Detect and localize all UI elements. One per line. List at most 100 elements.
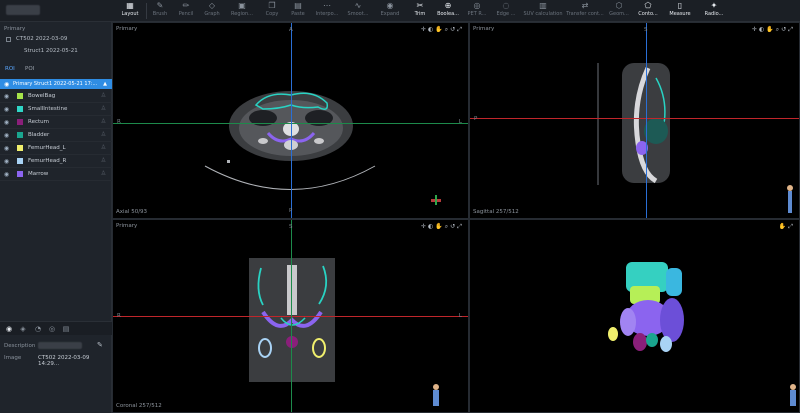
roi-color-swatch[interactable] (17, 171, 23, 177)
person-icon[interactable]: ♙ (101, 170, 106, 177)
toolbar-item-region[interactable]: ▣ Region... (225, 0, 259, 22)
person-icon[interactable]: ♙ (101, 105, 106, 112)
roi-item[interactable]: ◉ BowelBag ♙ (0, 90, 112, 103)
eye-icon[interactable]: ◉ (4, 81, 9, 88)
person-icon[interactable]: ♙ (101, 157, 106, 164)
tree-item-struct[interactable]: Struct1 2022-05-21 (0, 47, 112, 57)
delete-icon[interactable]: ▤ (61, 324, 71, 334)
roi-item[interactable]: ◉ FemurHead_L ♙ (0, 142, 112, 155)
roi-item[interactable]: ◉ Rectum ♙ (0, 116, 112, 129)
toolbar-item-smooth[interactable]: ∿ Smoot... (343, 0, 373, 22)
eye-icon[interactable]: ◉ (3, 132, 10, 139)
roi-item[interactable]: ◉ Bladder ♙ (0, 129, 112, 142)
crosshair-icon[interactable]: ✛ (421, 26, 428, 33)
roi-color-swatch[interactable] (17, 145, 23, 151)
fill-icon[interactable]: ◈ (18, 324, 28, 334)
toolbar-item-radiomics[interactable]: ✦ Radio... (697, 0, 731, 22)
viewport-name: Primary (116, 223, 138, 229)
toolbar: ▦ Layout ✎ Brush ✏ Pencil ◇ Graph ▣ Region... ❐ Cop… (0, 0, 800, 22)
pan-icon[interactable]: ✋ (435, 223, 444, 230)
layout-icon: ▦ (126, 1, 134, 10)
suv-icon: ▥ (539, 1, 547, 10)
pan-icon[interactable]: ✋ (766, 26, 775, 33)
person-icon[interactable]: ♙ (101, 144, 106, 151)
app-title (6, 5, 40, 15)
roi-color-swatch[interactable] (17, 132, 23, 138)
tree-item-ct[interactable]: CT502 2022-03-09 (0, 35, 112, 45)
toolbar-item-trim[interactable]: ✂ Trim (407, 0, 433, 22)
crosshair-vertical[interactable] (646, 23, 647, 218)
description-label: Description (4, 343, 36, 349)
toolbar-item-measure[interactable]: ▯ Measure (663, 0, 697, 22)
graph-icon: ◇ (208, 1, 216, 10)
viewport-axial[interactable]: Primary ✛◐✋⌕↺⤢ A P R L Axial 50/93 (112, 22, 469, 219)
image-label: Image (4, 355, 22, 361)
toolbar-item-label: SUV calculation (523, 11, 563, 17)
toolbar-item-copy[interactable]: ❐ Copy (259, 0, 285, 22)
crosshair-icon[interactable]: ✛ (421, 223, 428, 230)
toolbar-item-interpolate[interactable]: ⋯ Interpo... (311, 0, 343, 22)
roi-color-swatch[interactable] (17, 119, 23, 125)
pan-icon[interactable]: ✋ (435, 26, 444, 33)
viewport-sagittal[interactable]: Primary ✛◐✋⌕↺⤢ S P Sagittal 257/512 (469, 22, 800, 219)
toolbar-item-expand[interactable]: ◉ Expand (373, 0, 407, 22)
tab-roi[interactable]: ROI (5, 66, 15, 72)
eye-icon[interactable]: ◉ (3, 158, 10, 165)
eye-icon[interactable]: ◉ (3, 106, 10, 113)
eye-icon[interactable]: ◉ (3, 171, 10, 178)
crosshair-vertical[interactable] (291, 220, 292, 412)
tab-poi[interactable]: POI (25, 66, 34, 72)
eye-icon[interactable]: ◉ (3, 119, 10, 126)
target-icon[interactable]: ◎ (47, 324, 57, 334)
viewport-coronal[interactable]: Primary ✛◐✋⌕↺⤢ S R L Coronal 257/512 (112, 219, 469, 413)
toolbar-item-edge[interactable]: ◌ Edge ... (491, 0, 521, 22)
eye-icon[interactable]: ◉ (4, 324, 14, 334)
contour-icon: ⬠ (644, 1, 652, 10)
crosshair-icon[interactable]: ✛ (752, 26, 759, 33)
pan-icon[interactable]: ✋ (779, 223, 788, 230)
toolbar-item-graph[interactable]: ◇ Graph (199, 0, 225, 22)
toolbar-item-pencil[interactable]: ✏ Pencil (173, 0, 199, 22)
toolbar-item-boolean[interactable]: ⊕ Boolea... (433, 0, 463, 22)
roi-item[interactable]: ◉ SmallIntestine ♙ (0, 103, 112, 116)
roi-item[interactable]: ◉ FemurHead_R ♙ (0, 155, 112, 168)
primary-label: Primary (4, 26, 26, 32)
toolbar-item-contour[interactable]: ⬠ Conto... (633, 0, 663, 22)
toolbar-item-layout[interactable]: ▦ Layout (113, 0, 147, 22)
toolbar-item-label: Smoot... (347, 11, 369, 17)
maximize-icon[interactable]: ⤢ (788, 223, 795, 230)
roi-group-header[interactable]: ◉ Primary Struct1 2022-05-21 17:... ▲ (0, 79, 112, 89)
person-icon[interactable]: ♙ (101, 118, 106, 125)
roi-color-swatch[interactable] (17, 106, 23, 112)
person-icon[interactable]: ♙ (101, 92, 106, 99)
shape-icon[interactable]: ◔ (33, 324, 43, 334)
roi-item[interactable]: ◉ Marrow ♙ (0, 168, 112, 181)
eye-icon[interactable]: ◉ (3, 93, 10, 100)
toolbar-item-pet[interactable]: ◎ PET R... (463, 0, 491, 22)
edit-icon[interactable]: ✎ (97, 341, 103, 349)
collapse-icon[interactable]: ▲ (103, 81, 107, 87)
viewport-tools: ✛◐✋⌕↺⤢ (421, 223, 464, 231)
toolbar-item-label: Graph (204, 11, 220, 17)
roi-color-swatch[interactable] (17, 158, 23, 164)
roi-name: BowelBag (28, 93, 56, 99)
maximize-icon[interactable]: ⤢ (457, 26, 464, 33)
orientation-right: L (458, 313, 462, 319)
viewport-3d[interactable]: ✋⤢ (469, 219, 800, 413)
toolbar-item-paste[interactable]: ▤ Paste (285, 0, 311, 22)
roi-name: FemurHead_L (28, 145, 66, 151)
paste-icon: ▤ (294, 1, 302, 10)
maximize-icon[interactable]: ⤢ (788, 26, 795, 33)
pet-icon: ◎ (473, 1, 481, 10)
toolbar-item-suv[interactable]: ▥ SUV calculation (521, 0, 565, 22)
toolbar-item-transfer[interactable]: ⇄ Transfer cont... (565, 0, 605, 22)
edge-icon: ◌ (502, 1, 510, 10)
toolbar-item-brush[interactable]: ✎ Brush (147, 0, 173, 22)
person-icon[interactable]: ♙ (101, 131, 106, 138)
maximize-icon[interactable]: ⤢ (457, 223, 464, 230)
eye-icon[interactable]: ◉ (3, 145, 10, 152)
roi-color-swatch[interactable] (17, 93, 23, 99)
crosshair-horizontal[interactable] (470, 118, 799, 119)
toolbar-item-geometry[interactable]: ⬡ Geom... (605, 0, 633, 22)
crosshair-vertical[interactable] (291, 23, 292, 218)
